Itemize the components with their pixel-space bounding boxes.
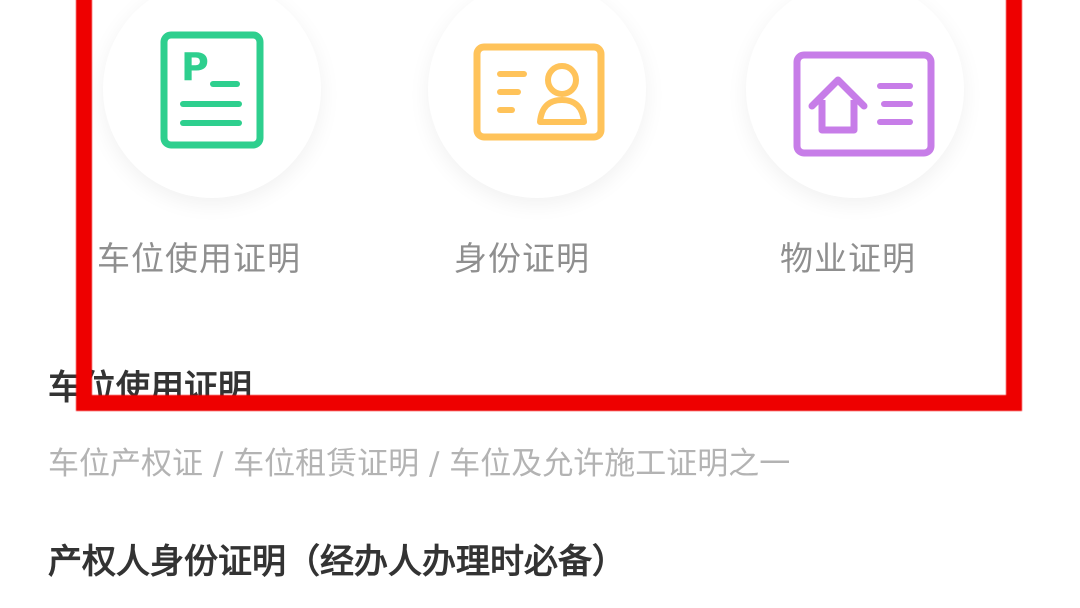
id-card-icon [473, 43, 605, 141]
category-label: 物业证明 [780, 239, 916, 278]
section-subtitle-parking: 车位产权证 / 车位租赁证明 / 车位及允许施工证明之一 [48, 446, 791, 482]
category-label: 身份证明 [454, 239, 590, 278]
section-title-owner-id: 产权人身份证明（经办人办理时必备） [48, 542, 626, 582]
svg-text:P: P [181, 45, 209, 89]
parking-document-icon: P [160, 31, 264, 149]
category-identity-proof[interactable]: 身份证明 [428, 0, 648, 300]
category-property-proof[interactable]: 物业证明 [746, 0, 966, 300]
section-title-parking: 车位使用证明 [48, 368, 252, 408]
category-label: 车位使用证明 [97, 239, 301, 278]
certificate-category-card: P 车位使用证明 身份证明 物业证明 [0, 0, 1080, 300]
property-house-icon [793, 51, 935, 157]
category-parking-proof[interactable]: P 车位使用证明 [97, 0, 323, 300]
